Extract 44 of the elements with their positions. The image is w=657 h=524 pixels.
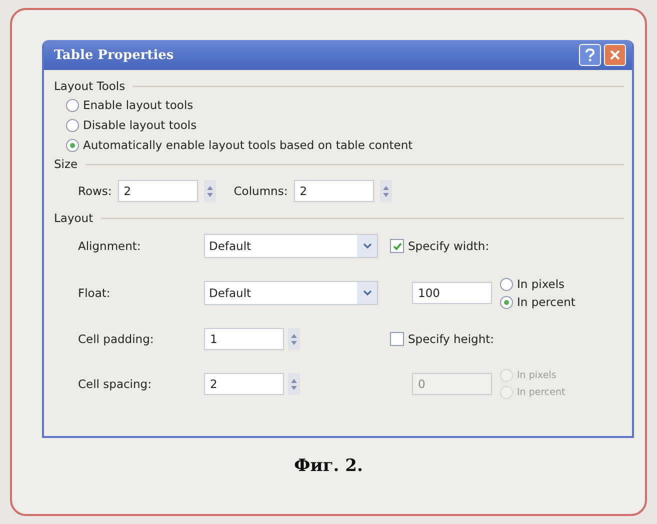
chevron-icon (362, 243, 372, 249)
radio-label: Enable layout tools (83, 98, 194, 112)
number-field[interactable]: 2 (204, 373, 284, 395)
figure-caption: Фиг. 2. (293, 456, 364, 476)
radio-label: In percent (517, 387, 566, 398)
spinner-icon[interactable] (204, 180, 216, 202)
field-label: Cell padding: (78, 332, 155, 346)
section-heading: Layout Tools (54, 79, 126, 93)
field-label: Cell spacing: (78, 377, 152, 391)
checkbox[interactable] (390, 239, 404, 253)
radio-button[interactable] (66, 98, 79, 112)
radio-label: Automatically enable layout tools based on table content (83, 138, 413, 152)
help-icon (584, 48, 596, 62)
spinner-icon[interactable] (288, 328, 300, 350)
dropdown[interactable]: Default (204, 234, 378, 258)
window-title: Table Properties (54, 48, 175, 62)
field-label: Rows: (78, 184, 112, 198)
help-button[interactable] (579, 44, 601, 66)
spinner-icon[interactable] (288, 373, 300, 395)
radio-button[interactable] (500, 278, 513, 290)
radio-label: Disable layout tools (83, 118, 197, 132)
section-heading: Size (54, 157, 78, 171)
width-field[interactable]: 100 (412, 282, 492, 304)
field-label: Columns: (234, 184, 288, 198)
section-heading: Layout (54, 211, 94, 225)
radio-button[interactable] (66, 138, 79, 152)
radio-label: In pixels (517, 277, 565, 291)
close-button[interactable] (604, 44, 626, 66)
dropdown[interactable]: Default (204, 281, 378, 305)
field-label: Alignment: (78, 239, 142, 253)
radio-button[interactable] (500, 296, 513, 308)
checkbox[interactable] (390, 332, 404, 346)
checkbox-label: Specify width: (408, 239, 490, 253)
checkbox-label: Specify height: (408, 332, 494, 346)
radio-label: In percent (517, 295, 576, 309)
chevron-icon (362, 290, 372, 296)
close-icon (609, 49, 621, 61)
radio-button[interactable] (66, 118, 79, 132)
number-field[interactable]: 2 (118, 180, 198, 202)
number-field[interactable]: 1 (204, 328, 284, 350)
spinner-icon[interactable] (380, 180, 392, 202)
field-label: Float: (78, 286, 112, 300)
number-field[interactable]: 2 (294, 180, 374, 202)
radio-label: In pixels (517, 370, 556, 381)
